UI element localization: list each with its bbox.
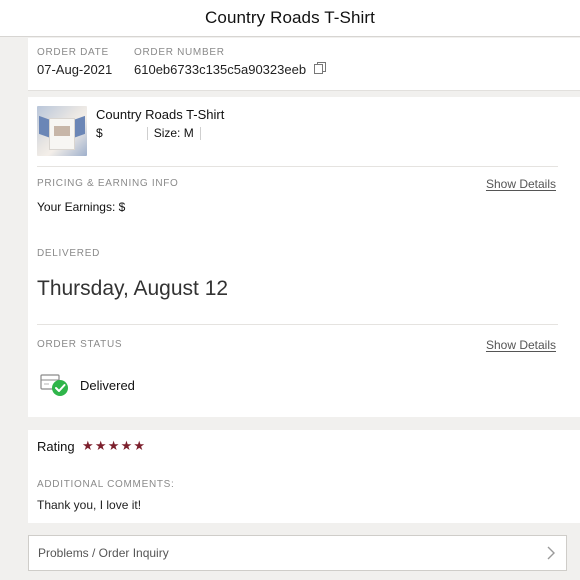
delivered-label: DELIVERED [37,248,100,259]
order-number-value: 610eb6733c135c5a90323eeb [134,62,307,77]
thumbnail-graphic [54,126,70,136]
status-show-details-link[interactable]: Show Details [486,338,556,352]
divider [37,324,558,325]
order-status-label: ORDER STATUS [37,339,123,350]
product-size: Size: M [153,126,194,140]
order-date-value: 07-Aug-2021 [37,62,113,77]
rating-label: Rating [37,439,75,454]
additional-comment: Thank you, I love it! [37,498,142,512]
additional-comments-label: ADDITIONAL COMMENTS: [37,479,175,490]
order-date: ORDER DATE 07-Aug-2021 [37,47,112,77]
pricing-show-details-link[interactable]: Show Details [486,177,556,191]
chevron-right-icon [547,546,555,560]
page-title: Country Roads T-Shirt [205,8,375,27]
meta-separator [146,126,148,140]
product-price: $ [96,126,103,140]
package-check-icon [40,374,68,396]
pricing-label: PRICING & EARNING INFO [37,178,179,189]
your-earnings: Your Earnings: $ [37,200,126,214]
delivery-date: Thursday, August 12 [37,277,229,300]
problems-label: Problems / Order Inquiry [38,546,169,560]
order-number: ORDER NUMBER 610eb6733c135c5a90323eeb [134,47,306,77]
problems-order-inquiry-button[interactable]: Problems / Order Inquiry [28,535,567,571]
product-meta: $ Size: M [96,126,201,140]
product-thumbnail[interactable] [37,106,87,156]
top-bar: Country Roads T-Shirt [0,0,580,37]
meta-separator [199,126,201,140]
order-status-value: Delivered [80,378,135,393]
rating-card: Rating ★★★★★ ADDITIONAL COMMENTS: Thank … [28,430,580,523]
delivery-card: DELIVERED Thursday, August 12 ORDER STAT… [28,239,580,417]
rating-stars: ★★★★★ [82,438,147,453]
product-name: Country Roads T-Shirt [96,107,225,122]
order-info-card: ORDER DATE 07-Aug-2021 ORDER NUMBER 610e… [28,38,580,91]
order-date-label: ORDER DATE [37,47,109,58]
divider [37,166,558,167]
copy-icon[interactable] [314,62,326,74]
order-number-label: ORDER NUMBER [134,47,225,58]
